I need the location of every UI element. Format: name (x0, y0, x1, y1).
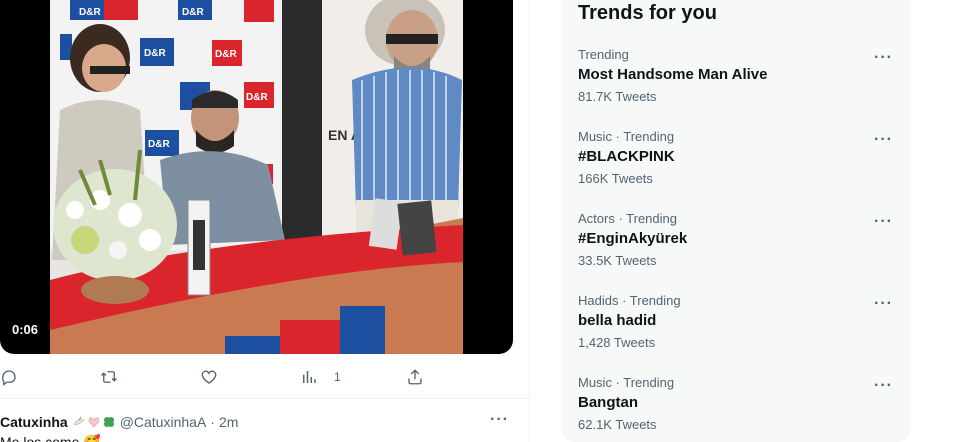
tweet-action-bar: 1 (0, 364, 440, 390)
tweet-author-name[interactable]: Catuxinha (0, 414, 68, 430)
views-button[interactable]: 1 (300, 364, 341, 390)
name-emoji-group (72, 415, 116, 429)
video-duration: 0:06 (12, 322, 39, 337)
trends-title: Trends for you (578, 2, 717, 24)
banner-logo-text: D&R (79, 7, 101, 18)
trend-context: Trending (578, 47, 629, 62)
reply-button[interactable] (0, 364, 26, 390)
share-icon (408, 369, 422, 385)
heart-icon (201, 370, 217, 384)
trends-panel: Trends for you Trending Most Handsome Ma… (561, 0, 911, 442)
trend-item[interactable]: Music · Trending #BLACKPINK 166K Tweets … (561, 129, 911, 207)
banner-logo-text: D&R (215, 49, 237, 60)
retweet-icon (101, 371, 117, 383)
trend-tweet-count: 166K Tweets (578, 171, 653, 186)
trend-item[interactable]: Actors · Trending #EnginAkyürek 33.5K Tw… (561, 211, 911, 289)
tweet-header: Catuxinha @CatuxinhaA · 2m ··· (0, 411, 525, 433)
trend-context: Music · Trending (578, 375, 675, 390)
trend-context: Hadids · Trending (578, 293, 681, 308)
retweet-button[interactable] (100, 364, 126, 390)
views-count: 1 (334, 370, 341, 384)
trend-more-options-icon[interactable]: ··· (874, 49, 893, 67)
video-frame: D&R D&R D&R D&R D&R D&R EN AKY (50, 0, 463, 354)
dove-icon (73, 416, 85, 426)
banner-logo-text: D&R (246, 92, 268, 103)
like-button[interactable] (200, 364, 226, 390)
four-leaf-clover-icon (103, 417, 114, 427)
trend-tweet-count: 62.1K Tweets (578, 417, 657, 432)
timeline-column: D&R D&R D&R D&R D&R D&R EN AKY (0, 0, 530, 442)
tweet-timestamp[interactable]: 2m (219, 414, 238, 430)
banner-logo-text: D&R (182, 7, 204, 18)
trend-more-options-icon[interactable]: ··· (874, 295, 893, 313)
trend-name: Most Handsome Man Alive (578, 66, 768, 83)
banner-logo-text: D&R (144, 48, 166, 59)
trend-name: bella hadid (578, 312, 657, 329)
tweet-author-handle[interactable]: @CatuxinhaA (120, 414, 207, 430)
trend-tweet-count: 33.5K Tweets (578, 253, 657, 268)
trend-context: Music · Trending (578, 129, 675, 144)
trend-tweet-count: 1,428 Tweets (578, 335, 656, 350)
trend-item[interactable]: Hadids · Trending bella hadid 1,428 Twee… (561, 293, 911, 371)
trend-name: Bangtan (578, 394, 638, 411)
banner-logo-text: D&R (148, 139, 170, 150)
trend-more-options-icon[interactable]: ··· (874, 377, 893, 395)
trend-item[interactable]: Trending Most Handsome Man Alive 81.7K T… (561, 47, 911, 125)
header-separator: · (210, 414, 215, 430)
share-button[interactable] (406, 364, 424, 390)
heart-hands-icon (88, 417, 100, 428)
tweet-more-options-icon[interactable]: ··· (490, 411, 509, 429)
tweet-video[interactable]: D&R D&R D&R D&R D&R D&R EN AKY (0, 0, 513, 354)
trend-item[interactable]: Music · Trending Bangtan 62.1K Tweets ··… (561, 375, 911, 442)
trend-name: #EnginAkyürek (578, 230, 688, 247)
trend-name: #BLACKPINK (578, 148, 675, 165)
tweet-text: Me los come 🥰 (0, 434, 101, 442)
views-icon (303, 371, 316, 383)
trend-more-options-icon[interactable]: ··· (874, 131, 893, 149)
tweet-divider (0, 398, 530, 399)
reply-icon (2, 370, 16, 386)
trend-context: Actors · Trending (578, 211, 677, 226)
trend-tweet-count: 81.7K Tweets (578, 89, 657, 104)
trend-more-options-icon[interactable]: ··· (874, 213, 893, 231)
